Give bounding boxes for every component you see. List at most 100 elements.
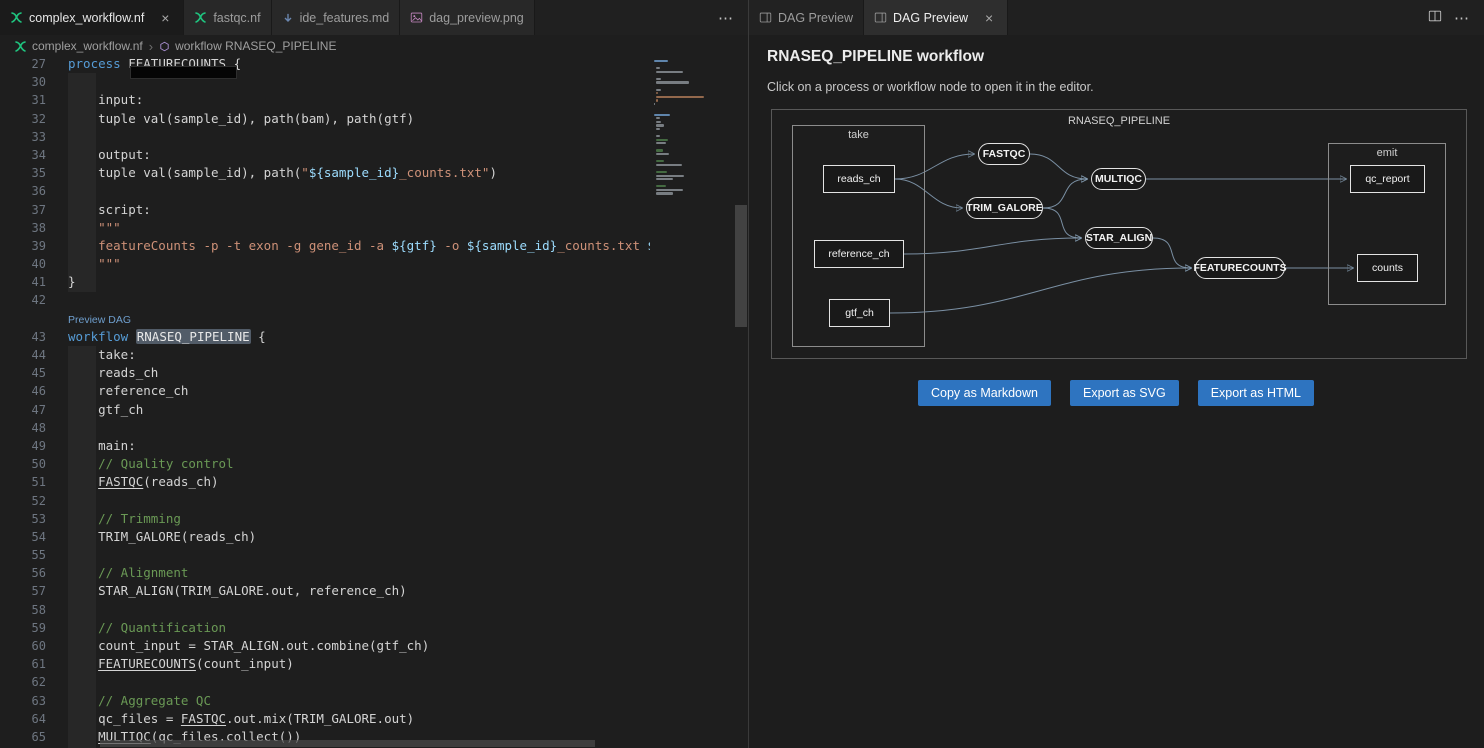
code-line-51[interactable]: 51 FASTQC(reads_ch) [0,473,748,491]
code-line-57[interactable]: 57 STAR_ALIGN(TRIM_GALORE.out, reference… [0,582,748,600]
right-tab-actions: ⋯ [1428,0,1484,35]
tab-dag-preview[interactable]: DAG Preview× [864,0,1008,35]
line-number [0,310,46,328]
code-line-55[interactable]: 55 [0,546,748,564]
code-text: qc_files = FASTQC.out.mix(TRIM_GALORE.ou… [46,710,414,728]
code-line-39[interactable]: 39 featureCounts -p -t exon -g gene_id -… [0,237,748,255]
close-icon[interactable]: × [981,10,997,26]
code-text [46,291,68,309]
tab-label: dag_preview.png [429,11,524,25]
export-as-svg-button[interactable]: Export as SVG [1070,380,1179,406]
code-line-27[interactable]: 27process FEATURECOUNTS { [0,57,748,73]
vertical-scrollbar-thumb[interactable] [735,205,747,327]
tab-complex-workflow-nf[interactable]: complex_workflow.nf× [0,0,184,35]
code-line-33[interactable]: 33 [0,128,748,146]
breadcrumb-item-symbol[interactable]: workflow RNASEQ_PIPELINE [175,39,336,53]
vertical-scrollbar[interactable] [734,57,748,748]
code-line-50[interactable]: 50 // Quality control [0,455,748,473]
code-line-59[interactable]: 59 // Quantification [0,619,748,637]
dag-node-qc-report[interactable]: qc_report [1350,165,1425,193]
tab-ide-features-md[interactable]: ide_features.md [272,0,401,35]
code-text: gtf_ch [46,401,143,419]
dag-node-trim-galore[interactable]: TRIM_GALORE [966,197,1043,219]
code-line-41[interactable]: 41} [0,273,748,291]
minimap-line [656,164,681,166]
line-number: 38 [0,219,46,237]
code-line-44[interactable]: 44 take: [0,346,748,364]
tab-label: DAG Preview [778,11,853,25]
code-text [46,492,68,510]
dag-node-fastqc[interactable]: FASTQC [978,143,1030,165]
code-text: } [46,273,76,291]
copy-as-markdown-button[interactable]: Copy as Markdown [918,380,1051,406]
code-text: // Trimming [46,510,181,528]
breadcrumb: complex_workflow.nf › workflow RNASEQ_PI… [0,35,748,57]
code-line-61[interactable]: 61 FEATURECOUNTS(count_input) [0,655,748,673]
line-number: 55 [0,546,46,564]
export-as-html-button[interactable]: Export as HTML [1198,380,1314,406]
dag-node-reads-ch[interactable]: reads_ch [823,165,895,193]
minimap-line [656,178,672,180]
minimap-line [656,96,703,98]
code-line-60[interactable]: 60 count_input = STAR_ALIGN.out.combine(… [0,637,748,655]
split-editor-icon[interactable] [1428,9,1442,27]
code-line-45[interactable]: 45 reads_ch [0,364,748,382]
code-line-62[interactable]: 62 [0,673,748,691]
line-number: 37 [0,201,46,219]
left-tabs: complex_workflow.nf× fastqc.nf ide_feature… [0,0,535,35]
code-text: reference_ch [46,382,188,400]
code-rows: 27process FEATURECOUNTS {3031 input:32 t… [0,57,748,748]
tab-dag-preview-png[interactable]: dag_preview.png [400,0,535,35]
codelens-preview-dag[interactable]: Preview DAG [46,310,131,328]
code-line-46[interactable]: 46 reference_ch [0,382,748,400]
code-line-42[interactable]: 42 [0,291,748,309]
line-number: 46 [0,382,46,400]
dag-node-reference-ch[interactable]: reference_ch [814,240,904,268]
codelens-row: Preview DAG [0,310,748,328]
breadcrumb-item-file[interactable]: complex_workflow.nf [32,39,143,53]
code-line-40[interactable]: 40 """ [0,255,748,273]
code-line-36[interactable]: 36 [0,182,748,200]
code-line-30[interactable]: 30 [0,73,748,91]
code-line-31[interactable]: 31 input: [0,91,748,109]
code-editor[interactable]: 27process FEATURECOUNTS {3031 input:32 t… [0,57,748,748]
code-line-35[interactable]: 35 tuple val(sample_id), path("${sample_… [0,164,748,182]
dag-node-featurecounts[interactable]: FEATURECOUNTS [1195,257,1285,279]
code-line-32[interactable]: 32 tuple val(sample_id), path(bam), path… [0,110,748,128]
code-text [46,128,68,146]
code-line-63[interactable]: 63 // Aggregate QC [0,692,748,710]
dag-node-multiqc[interactable]: MULTIQC [1091,168,1146,190]
minimap[interactable] [650,57,734,748]
code-line-38[interactable]: 38 """ [0,219,748,237]
dag-node-counts[interactable]: counts [1357,254,1418,282]
code-line-43[interactable]: 43workflow RNASEQ_PIPELINE { [0,328,748,346]
code-line-37[interactable]: 37 script: [0,201,748,219]
code-line-34[interactable]: 34 output: [0,146,748,164]
code-line-47[interactable]: 47 gtf_ch [0,401,748,419]
line-number: 43 [0,328,46,346]
more-actions-icon[interactable]: ⋯ [1454,9,1470,27]
tab-fastqc-nf[interactable]: fastqc.nf [184,0,271,35]
code-line-52[interactable]: 52 [0,492,748,510]
dag-node-star-align[interactable]: STAR_ALIGN [1085,227,1153,249]
tab-dag-preview[interactable]: DAG Preview [749,0,864,35]
code-line-54[interactable]: 54 TRIM_GALORE(reads_ch) [0,528,748,546]
code-line-64[interactable]: 64 qc_files = FASTQC.out.mix(TRIM_GALORE… [0,710,748,728]
editor-group-left: complex_workflow.nf×fastqc.nfide_feature… [0,0,748,748]
code-line-48[interactable]: 48 [0,419,748,437]
close-icon[interactable]: × [157,10,173,26]
code-line-49[interactable]: 49 main: [0,437,748,455]
code-line-58[interactable]: 58 [0,601,748,619]
tab-label: fastqc.nf [213,11,260,25]
code-text: TRIM_GALORE(reads_ch) [46,528,256,546]
code-line-53[interactable]: 53 // Trimming [0,510,748,528]
minimap-line [656,99,658,101]
line-number: 47 [0,401,46,419]
nextflow-icon [10,11,23,24]
code-text: main: [46,437,136,455]
code-text [46,673,68,691]
code-line-56[interactable]: 56 // Alignment [0,564,748,582]
dag-node-gtf-ch[interactable]: gtf_ch [829,299,890,327]
horizontal-scrollbar-thumb[interactable] [100,740,595,747]
more-actions-icon[interactable]: ⋯ [718,9,734,27]
